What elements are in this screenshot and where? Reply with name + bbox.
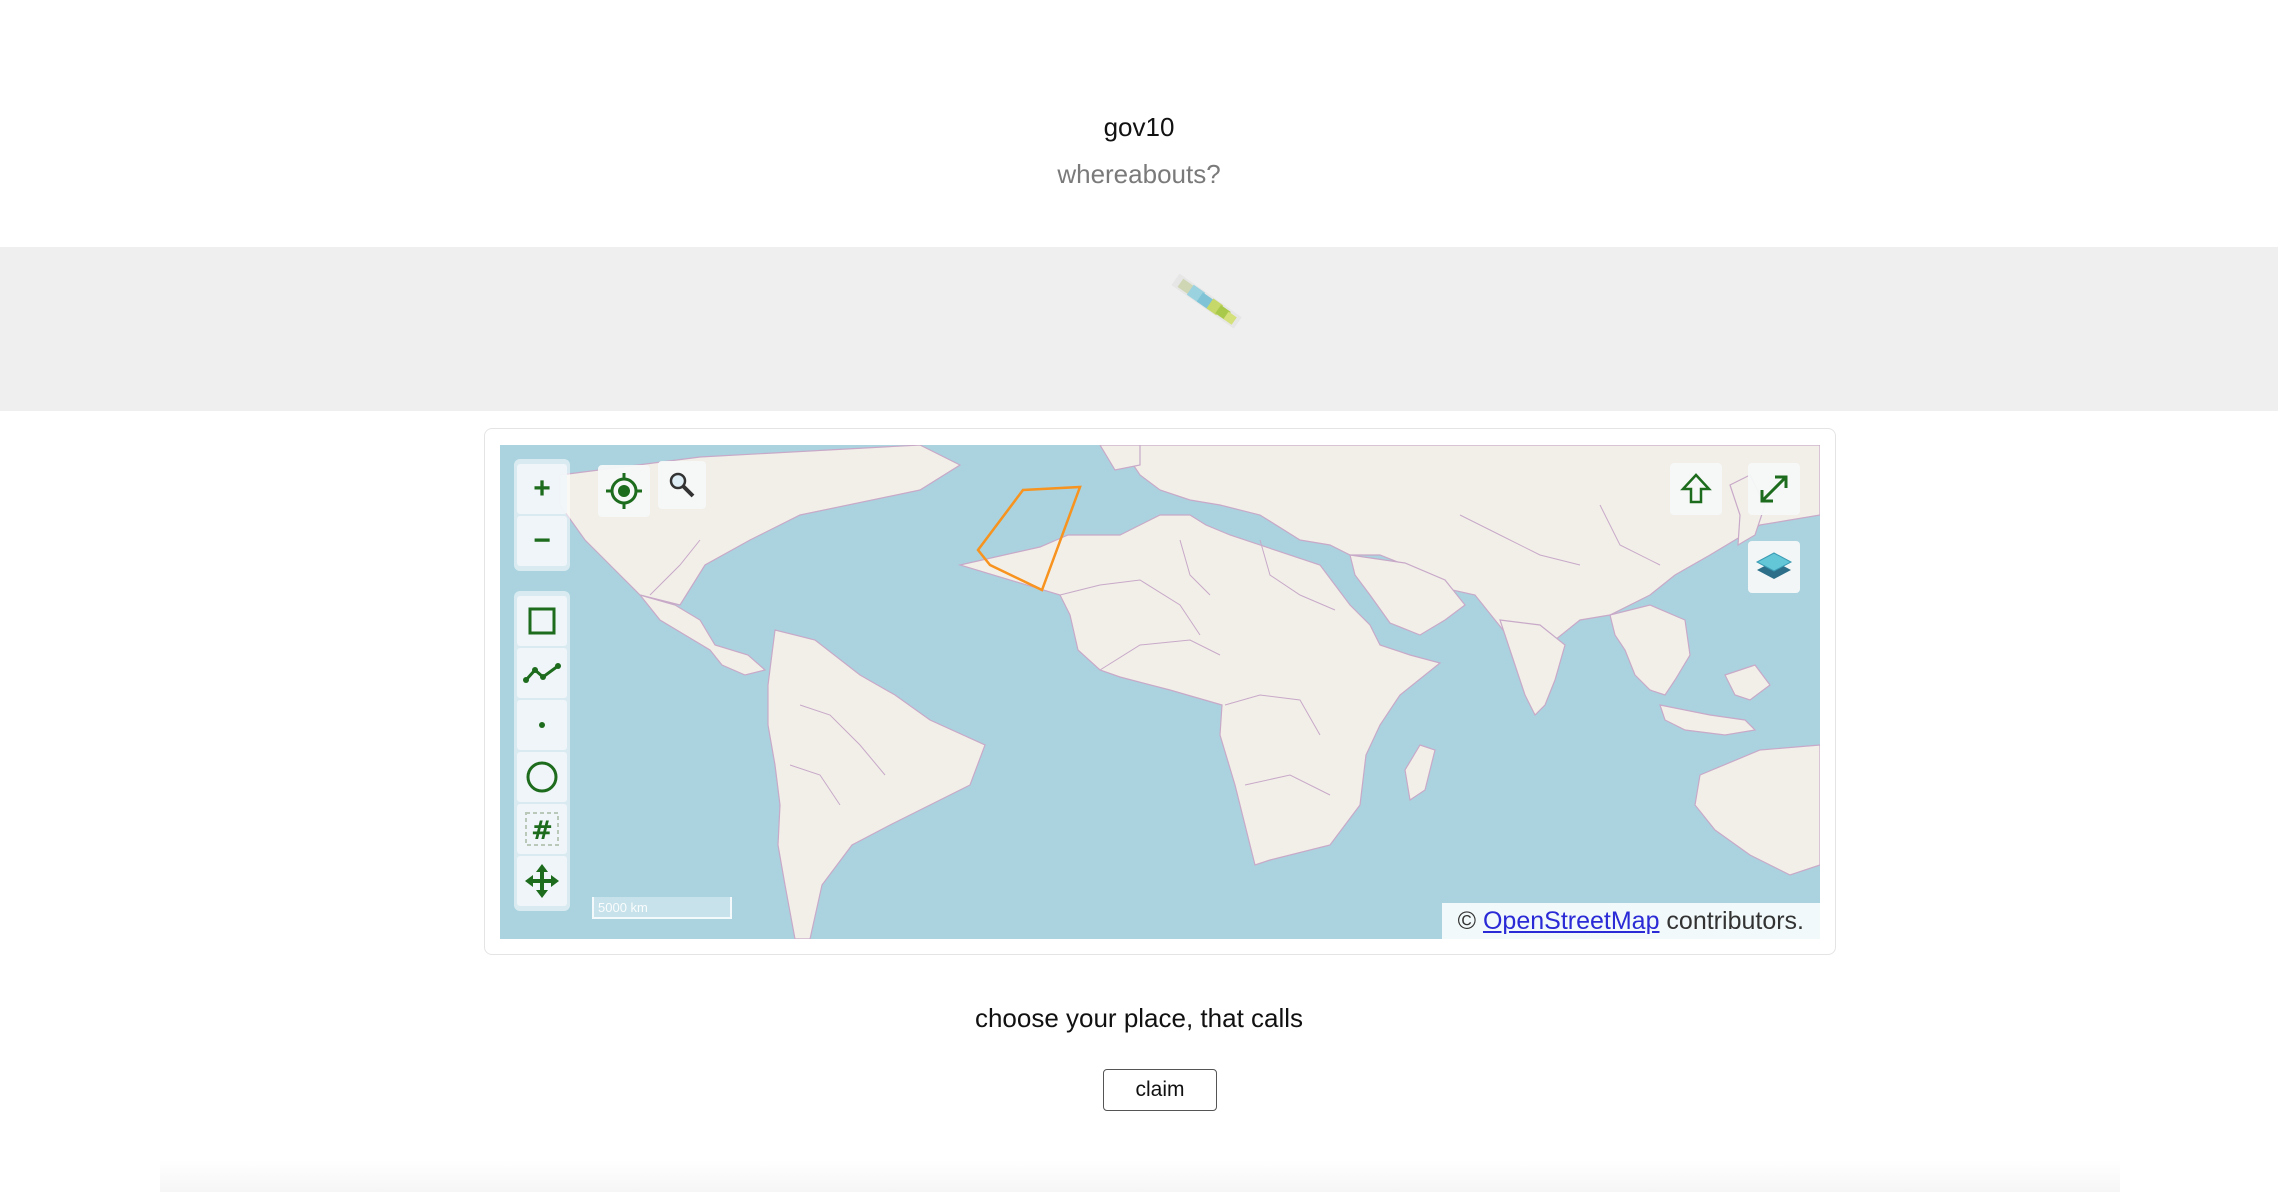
draw-point-button[interactable] [517,700,567,750]
zoom-out-button[interactable]: − [517,516,567,566]
footer-shadow [160,1160,2120,1192]
expand-icon [1760,475,1788,503]
grid-icon: # [525,812,559,846]
move-button[interactable] [517,856,567,906]
logo-icon [1171,273,1242,329]
layers-button[interactable] [1748,541,1800,593]
map-view[interactable]: + − # 5000 km © OpenStreetMap contributo… [500,445,1820,939]
page-subtitle: whereabouts? [1057,159,1221,189]
page-header: gov10 whereabouts? [0,0,2278,247]
page-title: gov10 [1103,112,1175,142]
home-button[interactable] [1670,463,1722,515]
draw-circle-button[interactable] [517,752,567,802]
zoom-in-button[interactable]: + [517,464,567,514]
attribution-suffix: contributors. [1659,907,1804,935]
scale-bar: 5000 km [592,897,732,919]
up-arrow-icon [1680,473,1712,504]
draw-toolbar: # [514,591,570,911]
zoom-controls: + − [514,459,570,571]
circle-icon [526,761,558,793]
map-attribution: © OpenStreetMap contributors. [1441,903,1820,939]
banner [0,247,2278,411]
claim-button[interactable]: claim [1103,1069,1217,1111]
rectangle-icon [528,607,556,635]
layers-icon [1755,552,1793,579]
svg-text:#: # [531,816,553,846]
polyline-icon [523,663,561,683]
search-button[interactable] [658,461,706,509]
locate-icon [606,473,642,509]
grid-button[interactable]: # [517,804,567,854]
draw-polyline-button[interactable] [517,648,567,698]
attribution-prefix: © [1457,907,1483,935]
fullscreen-button[interactable] [1748,463,1800,515]
prompt-text: choose your place, that calls [974,1003,1304,1033]
osm-link[interactable]: OpenStreetMap [1483,907,1660,935]
geolocate-button[interactable] [598,465,650,517]
search-icon [669,472,695,498]
move-icon [525,864,559,898]
point-icon [539,722,545,728]
basemap [500,445,1820,939]
draw-rectangle-button[interactable] [517,596,567,646]
